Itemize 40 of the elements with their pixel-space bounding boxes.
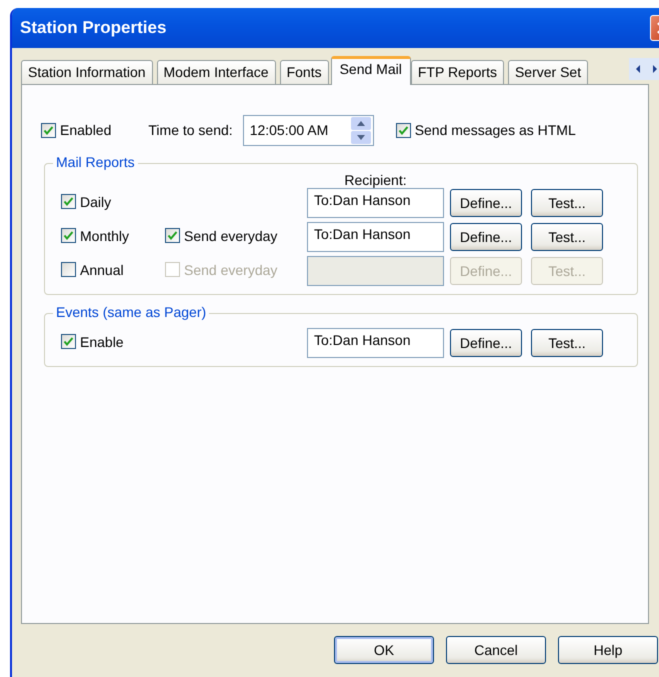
checkbox[interactable] xyxy=(61,228,76,244)
time-label: Time to send: xyxy=(148,122,233,138)
dialog-button[interactable]: OK xyxy=(334,636,434,664)
define-button[interactable]: Define... xyxy=(450,189,522,217)
recipient-field[interactable]: To:Dan Hanson xyxy=(307,328,444,358)
time-field[interactable]: 12:05:00 AM xyxy=(242,114,374,146)
dialog-button[interactable]: Cancel xyxy=(446,636,546,664)
checkbox-label: Monthly xyxy=(80,228,130,244)
test-button[interactable]: Test... xyxy=(531,223,603,251)
tab[interactable]: Modem Interface xyxy=(156,60,276,84)
group-title: Mail Reports xyxy=(53,154,138,170)
checkbox[interactable] xyxy=(396,122,411,138)
dialog-button[interactable]: Help xyxy=(558,636,658,664)
checkbox-label: Daily xyxy=(80,194,112,210)
define-button[interactable]: Define... xyxy=(450,329,522,357)
checkbox-label: Enable xyxy=(80,334,124,350)
window-title: Station Properties xyxy=(20,18,166,38)
tab[interactable]: Server Set xyxy=(508,60,588,84)
group-title: Events (same as Pager) xyxy=(53,304,210,320)
define-button[interactable]: Define... xyxy=(450,223,522,251)
tab[interactable]: Send Mail xyxy=(330,56,411,85)
checkbox-label: Send everyday xyxy=(184,228,278,244)
recipient-header: Recipient: xyxy=(343,172,408,188)
tab[interactable]: Station Information xyxy=(21,60,153,84)
test-button[interactable]: Test... xyxy=(531,329,603,357)
checkbox-label: Send messages as HTML xyxy=(414,122,576,138)
spin-up-icon[interactable] xyxy=(350,116,371,130)
checkbox-label: Enabled xyxy=(60,122,112,138)
checkbox-label: Annual xyxy=(80,262,124,278)
checkbox[interactable] xyxy=(41,122,56,138)
tab[interactable]: FTP Reports xyxy=(410,60,504,84)
recipient-field[interactable]: To:Dan Hanson xyxy=(307,222,444,252)
tab[interactable]: Fonts xyxy=(280,60,329,84)
test-button[interactable]: Test... xyxy=(531,189,603,217)
checkbox[interactable] xyxy=(165,228,180,244)
checkbox[interactable] xyxy=(61,194,76,210)
checkbox-label: Send everyday xyxy=(184,262,278,278)
spin-down-icon[interactable] xyxy=(350,130,371,144)
recipient-field[interactable]: To:Dan Hanson xyxy=(307,188,444,218)
checkbox[interactable] xyxy=(61,334,76,350)
